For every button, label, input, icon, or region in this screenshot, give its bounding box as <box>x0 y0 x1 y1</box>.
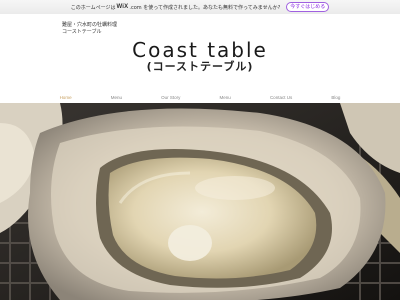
header-subtitle: 難屋・穴水町の牡蠣料理 コーストテーブル <box>62 22 117 36</box>
nav-blog[interactable]: Blog <box>331 95 340 100</box>
nav-menu-2[interactable]: Menu <box>220 95 231 100</box>
start-now-button[interactable]: 今すぐはじめる <box>286 2 330 12</box>
subtitle-line-2: コーストテーブル <box>62 29 102 35</box>
nav-home[interactable]: Home <box>60 95 72 100</box>
nav-menu-1[interactable]: Menu <box>111 95 122 100</box>
oyster-illustration <box>0 103 400 300</box>
hero-oyster-image <box>0 103 400 300</box>
nav-our-story[interactable]: Our Story <box>161 95 180 100</box>
site-title-katakana: (コーストテーブル) <box>146 60 254 73</box>
main-nav: Home Menu Our Story Menu Contact Us Blog <box>0 92 400 103</box>
site-header: 難屋・穴水町の牡蠣料理 コーストテーブル Coast table (コーストテー… <box>0 14 400 92</box>
wix-logo[interactable]: WiX <box>116 4 128 10</box>
subtitle-line-1: 難屋・穴水町の牡蠣料理 <box>62 22 118 28</box>
nav-contact-us[interactable]: Contact Us <box>270 95 292 100</box>
banner-text-before: このホームページは <box>70 4 116 11</box>
banner-text-after: .com を使って作成されました。あなたも無料で作ってみませんか? <box>129 4 281 11</box>
wix-banner: このホームページは WiX .com を使って作成されました。あなたも無料で作っ… <box>0 0 400 15</box>
